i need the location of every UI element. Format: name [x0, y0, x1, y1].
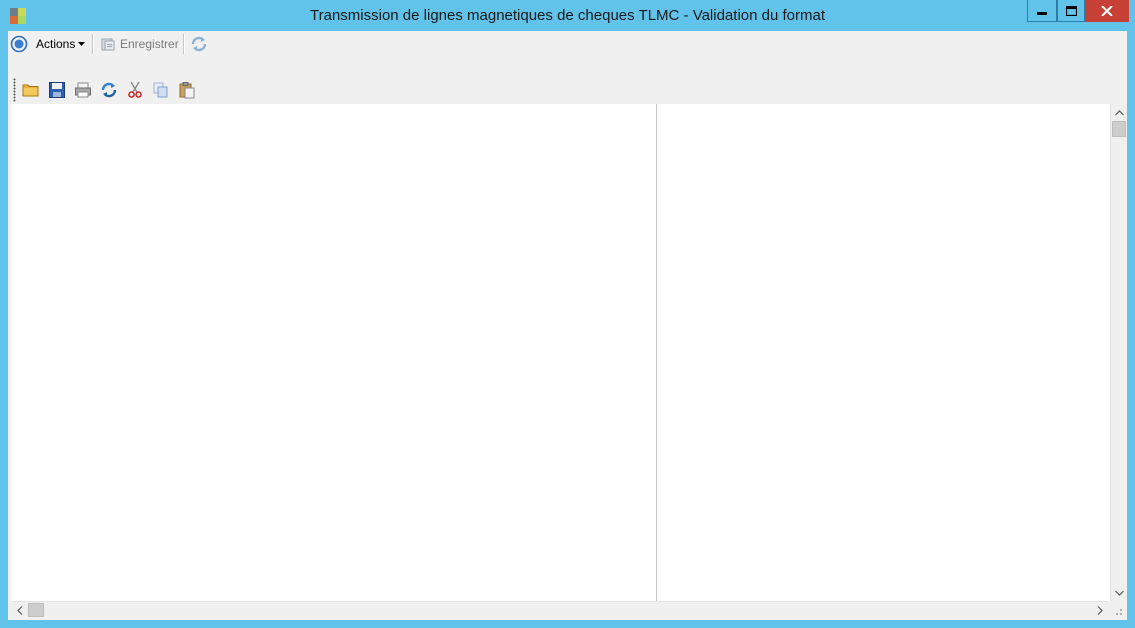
refresh-icon[interactable]	[190, 35, 208, 53]
close-button[interactable]	[1085, 0, 1129, 22]
maximize-button[interactable]	[1057, 0, 1085, 22]
chevron-down-icon	[1115, 590, 1124, 596]
copy-icon[interactable]	[152, 81, 170, 99]
register-icon	[101, 38, 115, 51]
vertical-scroll-thumb[interactable]	[1112, 121, 1126, 137]
separator	[183, 34, 185, 54]
chevron-down-icon	[78, 42, 86, 46]
toolbar-grip[interactable]	[13, 78, 16, 102]
vertical-scrollbar[interactable]	[1110, 104, 1127, 601]
resize-grip-icon[interactable]	[1108, 601, 1125, 618]
scroll-left-button[interactable]	[11, 602, 28, 619]
app-window: Transmission de lignes magnetiques de ch…	[0, 0, 1135, 628]
save-button[interactable]: Enregistrer	[100, 36, 179, 52]
horizontal-scrollbar[interactable]	[11, 601, 1108, 618]
toolbar	[8, 76, 1127, 104]
command-bar: Actions Enregistrer	[8, 31, 1127, 57]
right-pane[interactable]	[657, 104, 1110, 601]
close-icon	[1101, 6, 1113, 16]
scroll-down-button[interactable]	[1111, 584, 1128, 601]
scroll-up-button[interactable]	[1111, 104, 1128, 121]
scroll-right-button[interactable]	[1091, 602, 1108, 619]
maximize-icon	[1065, 5, 1077, 16]
actions-label: Actions	[36, 37, 76, 51]
separator	[92, 34, 94, 54]
chevron-left-icon	[16, 606, 22, 615]
save-icon[interactable]	[48, 81, 66, 99]
minimize-icon	[1037, 11, 1047, 15]
left-pane[interactable]	[11, 104, 656, 601]
paste-icon[interactable]	[178, 81, 196, 99]
refresh-icon[interactable]	[100, 81, 118, 99]
actions-menu-button[interactable]: Actions	[36, 36, 86, 52]
app-menu-icon[interactable]	[10, 35, 28, 53]
print-icon[interactable]	[74, 81, 92, 99]
save-label: Enregistrer	[120, 37, 179, 51]
client-area: Actions Enregistrer	[8, 31, 1127, 620]
cut-icon[interactable]	[126, 81, 144, 99]
title-bar[interactable]: Transmission de lignes magnetiques de ch…	[0, 0, 1135, 31]
horizontal-scroll-thumb[interactable]	[28, 603, 44, 617]
content-area	[11, 104, 1127, 601]
chevron-right-icon	[1097, 606, 1103, 615]
folder-open-icon[interactable]	[22, 81, 40, 99]
window-title: Transmission de lignes magnetiques de ch…	[310, 7, 825, 24]
minimize-button[interactable]	[1027, 0, 1057, 22]
chevron-up-icon	[1115, 109, 1124, 115]
